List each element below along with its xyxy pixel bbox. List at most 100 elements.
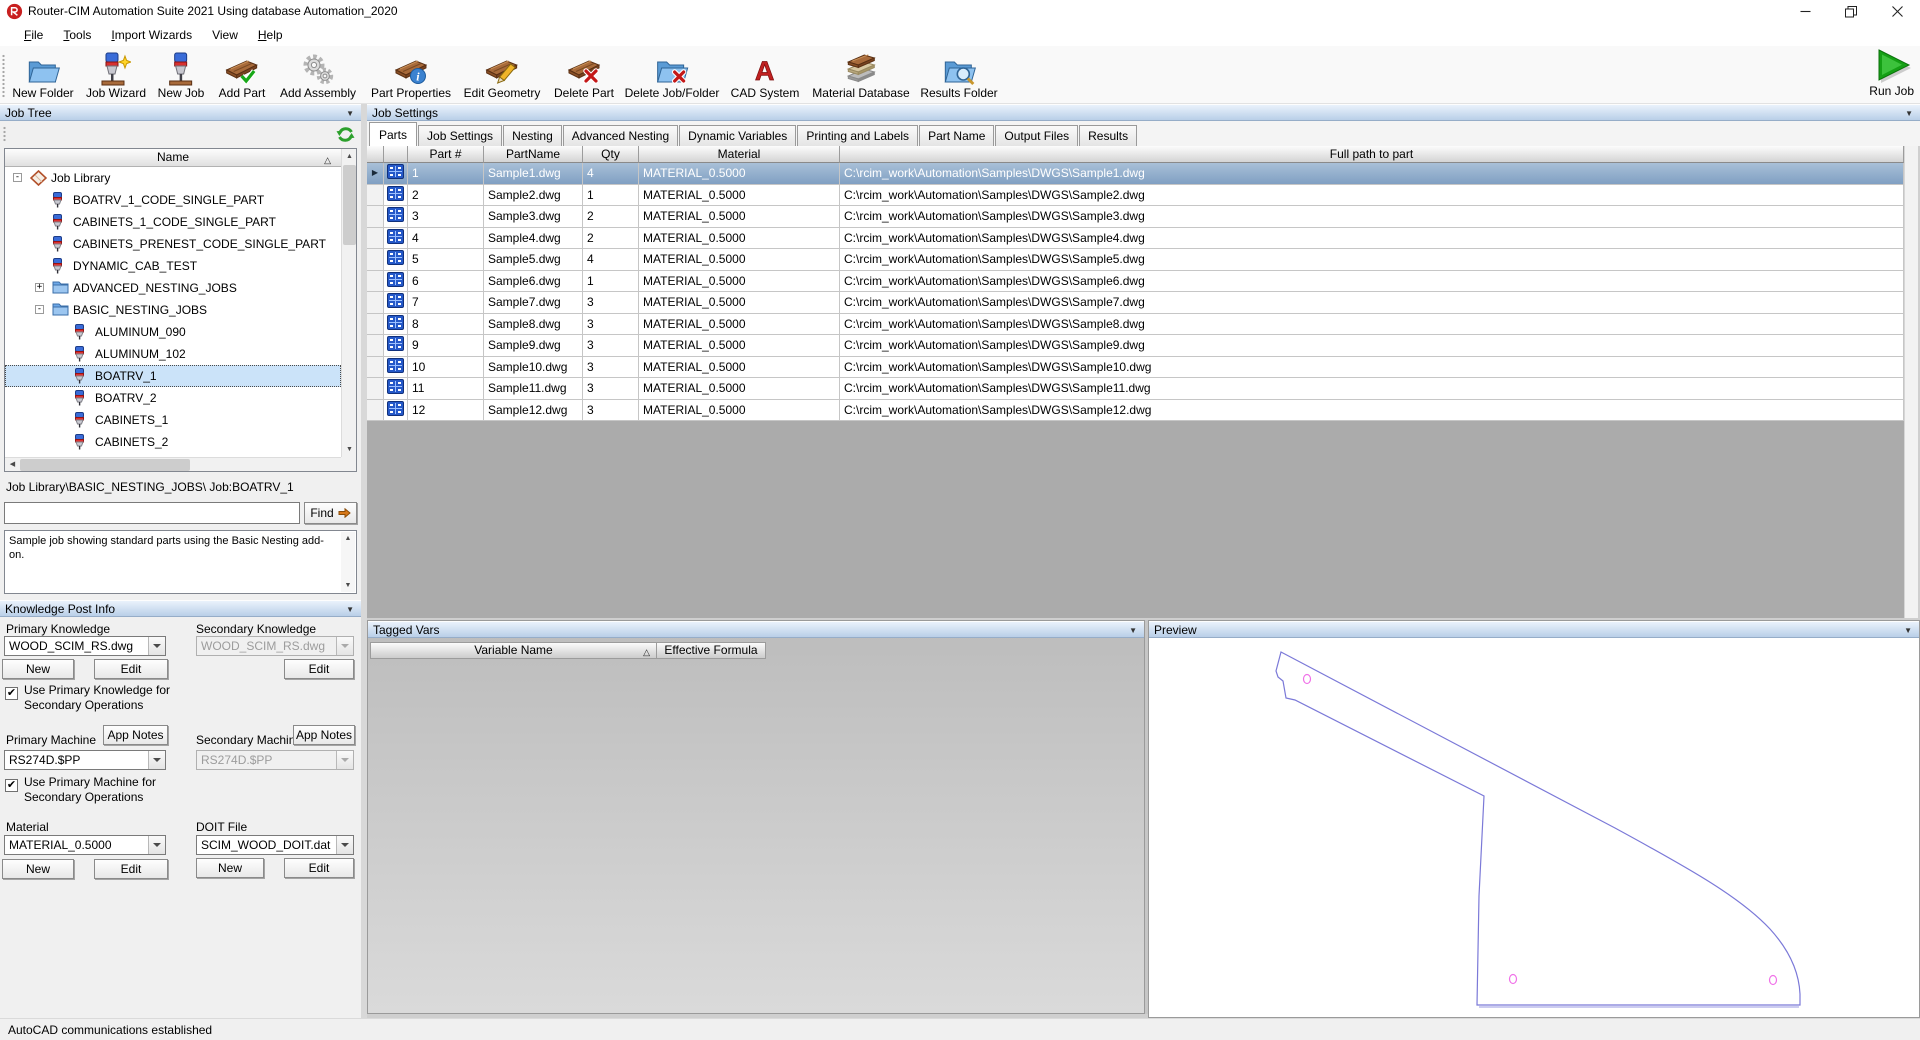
column-header-partname[interactable]: PartName [484,146,583,163]
tab-results[interactable]: Results [1079,125,1137,146]
toolbar-add-assembly[interactable]: Add Assembly [280,50,356,100]
row-selector[interactable] [367,249,384,271]
secondary-knowledge-edit-button[interactable]: Edit [284,659,354,679]
tree-item-cabinets-2[interactable]: CABINETS_2 [5,431,341,453]
collapse-panel-icon[interactable]: ▼ [1904,626,1912,635]
tab-part-name[interactable]: Part Name [919,125,994,146]
parts-row-4[interactable]: 4Sample4.dwg2MATERIAL_0.5000C:\rcim_work… [367,228,1904,250]
parts-row-12[interactable]: 12Sample12.dwg3MATERIAL_0.5000C:\rcim_wo… [367,400,1904,422]
description-scrollbar[interactable]: ▲ ▼ [341,532,355,592]
scrollbar-thumb[interactable] [20,459,190,471]
minimize-button[interactable] [1782,0,1828,23]
column-header-part[interactable]: Part # [408,146,484,163]
tree-name-column-header[interactable]: Name △ [5,149,341,167]
tab-dynamic-variables[interactable]: Dynamic Variables [679,125,796,146]
primary-knowledge-select[interactable]: WOOD_SCIM_RS.dwg [4,636,166,656]
toolbar-new-folder[interactable]: New Folder [12,50,73,100]
tree-item-cabinets-prenest-code-single-part[interactable]: CABINETS_PRENEST_CODE_SINGLE_PART [5,233,341,255]
scroll-down-icon[interactable]: ▼ [341,579,355,592]
collapse-panel-icon[interactable]: ▼ [1129,626,1137,635]
doit-file-select[interactable]: SCIM_WOOD_DOIT.dat [196,835,354,855]
expand-icon[interactable]: + [35,283,44,292]
tree-item-aluminum-102[interactable]: ALUMINUM_102 [5,343,341,365]
knowledge-new-button[interactable]: New [2,659,74,679]
row-selector[interactable] [367,357,384,379]
scroll-up-icon[interactable]: ▲ [341,532,355,545]
toolbar-job-wizard[interactable]: Job Wizard [86,50,146,100]
material-edit-button[interactable]: Edit [94,859,168,879]
column-header-blank[interactable] [384,146,408,163]
doit-new-button[interactable]: New [196,858,264,878]
toolbar-grip[interactable] [2,54,5,98]
primary-app-notes-button[interactable]: App Notes [103,725,168,745]
tree-item-aluminum-090[interactable]: ALUMINUM_090 [5,321,341,343]
chevron-down-icon[interactable] [336,836,353,854]
doit-edit-button[interactable]: Edit [284,858,354,878]
tree-item-cabinets-1-code-single-part[interactable]: CABINETS_1_CODE_SINGLE_PART [5,211,341,233]
collapse-panel-icon[interactable]: ▼ [1905,109,1913,118]
scroll-up-icon[interactable]: ▲ [342,149,357,164]
menu-view[interactable]: View [202,25,248,45]
close-button[interactable] [1874,0,1920,23]
column-header-material[interactable]: Material [639,146,840,163]
parts-row-2[interactable]: 2Sample2.dwg1MATERIAL_0.5000C:\rcim_work… [367,185,1904,207]
toolbar-run-job[interactable]: Run Job [1869,48,1914,98]
knowledge-edit-button[interactable]: Edit [94,659,168,679]
tree-item-dynamic-cab-test[interactable]: DYNAMIC_CAB_TEST [5,255,341,277]
column-header-qty[interactable]: Qty [583,146,639,163]
row-selector[interactable] [367,228,384,250]
find-button[interactable]: Find [304,502,357,524]
material-new-button[interactable]: New [2,859,74,879]
restore-button[interactable] [1828,0,1874,23]
toolbar-material-database[interactable]: Material Database [812,50,909,100]
chevron-down-icon[interactable] [148,751,165,769]
menu-help[interactable]: Help [248,25,293,45]
tree-horizontal-scrollbar[interactable]: ◀ [5,457,341,471]
toolbar-part-properties[interactable]: iPart Properties [371,50,451,100]
tree-vertical-scrollbar[interactable]: ▲ ▼ [341,149,356,457]
parts-row-6[interactable]: 6Sample6.dwg1MATERIAL_0.5000C:\rcim_work… [367,271,1904,293]
variable-name-column-header[interactable]: Variable Name △ [370,642,657,659]
parts-row-8[interactable]: 8Sample8.dwg3MATERIAL_0.5000C:\rcim_work… [367,314,1904,336]
scroll-left-icon[interactable]: ◀ [5,458,20,472]
row-selector[interactable] [367,400,384,422]
toolbar-new-job[interactable]: New Job [158,50,205,100]
row-selector[interactable] [367,378,384,400]
tree-item-boatrv-1-code-single-part[interactable]: BOATRV_1_CODE_SINGLE_PART [5,189,341,211]
tree-item-boatrv-2[interactable]: BOATRV_2 [5,387,341,409]
scroll-down-icon[interactable]: ▼ [342,442,357,457]
row-selector[interactable] [367,271,384,293]
row-pointer-icon[interactable]: ▶ [367,163,384,185]
parts-row-3[interactable]: 3Sample3.dwg2MATERIAL_0.5000C:\rcim_work… [367,206,1904,228]
parts-row-7[interactable]: 7Sample7.dwg3MATERIAL_0.5000C:\rcim_work… [367,292,1904,314]
parts-row-10[interactable]: 10Sample10.dwg3MATERIAL_0.5000C:\rcim_wo… [367,357,1904,379]
material-select[interactable]: MATERIAL_0.5000 [4,835,166,855]
refresh-button[interactable] [335,124,355,144]
tree-toolbar-grip[interactable] [3,126,6,142]
parts-row-5[interactable]: 5Sample5.dwg4MATERIAL_0.5000C:\rcim_work… [367,249,1904,271]
row-selector[interactable] [367,292,384,314]
tab-nesting[interactable]: Nesting [503,125,562,146]
job-description-box[interactable]: Sample job showing standard parts using … [4,530,357,594]
menu-tools[interactable]: Tools [53,25,101,45]
tree-item-advanced-nesting-jobs[interactable]: +ADVANCED_NESTING_JOBS [5,277,341,299]
collapse-icon[interactable]: - [35,305,44,314]
toolbar-delete-job-folder[interactable]: Delete Job/Folder [625,50,720,100]
tab-output-files[interactable]: Output Files [995,125,1078,146]
chevron-down-icon[interactable] [148,637,165,655]
toolbar-edit-geometry[interactable]: Edit Geometry [464,50,541,100]
tree-item-cabinets-1[interactable]: CABINETS_1 [5,409,341,431]
primary-machine-select[interactable]: RS274D.$PP [4,750,166,770]
parts-row-1[interactable]: ▶1Sample1.dwg4MATERIAL_0.5000C:\rcim_wor… [367,163,1904,185]
effective-formula-column-header[interactable]: Effective Formula [656,642,766,659]
menu-import-wizards[interactable]: Import Wizards [101,25,202,45]
tree-item-job-library[interactable]: -Job Library [5,167,341,189]
tree-item-basic-nesting-jobs[interactable]: -BASIC_NESTING_JOBS [5,299,341,321]
collapse-icon[interactable]: - [13,173,22,182]
collapse-panel-icon[interactable]: ▼ [346,605,354,614]
menu-file[interactable]: File [14,25,53,45]
secondary-app-notes-button[interactable]: App Notes [293,725,355,745]
column-header-full-path-to-part[interactable]: Full path to part [840,146,1904,163]
part-preview-canvas[interactable] [1149,638,1919,1017]
tab-printing-and-labels[interactable]: Printing and Labels [797,125,918,146]
